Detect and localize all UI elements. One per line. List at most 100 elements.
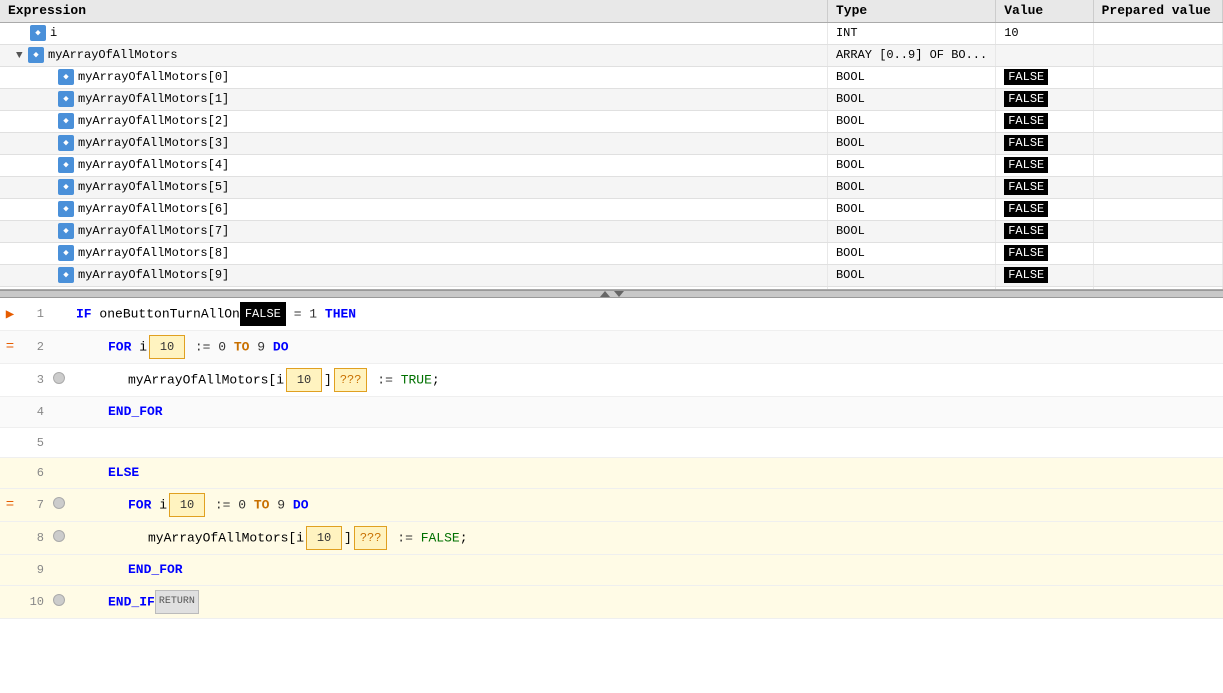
watch-row-name: myArrayOfAllMotors[7] bbox=[78, 224, 229, 238]
code-row-7: = 7 FOR i10 := 0 TO 9 DO bbox=[0, 489, 1223, 522]
code-line-7-content: FOR i10 := 0 TO 9 DO bbox=[68, 489, 1223, 521]
value-false-badge: FALSE bbox=[1004, 135, 1048, 151]
watch-row-expression: ◆myArrayOfAllMotors[9] bbox=[0, 264, 827, 286]
watch-row-type: BOOL bbox=[827, 132, 995, 154]
code-line-3-content: myArrayOfAllMotors[i10]??? := TRUE; bbox=[68, 364, 1223, 396]
code-row-1: ▶ 1 IF oneButtonTurnAllOnFALSE = 1 THEN bbox=[0, 298, 1223, 331]
value-badge-qqq-8: ??? bbox=[354, 526, 388, 550]
col-header-expression: Expression bbox=[0, 0, 827, 22]
watch-row-value: FALSE bbox=[996, 154, 1093, 176]
watch-row-type: BOOL bbox=[827, 154, 995, 176]
expand-icon[interactable]: ▼ bbox=[16, 50, 26, 62]
watch-row-prepared bbox=[1093, 22, 1222, 44]
var-icon: ◆ bbox=[28, 47, 44, 63]
watch-row-expression: ◆myArrayOfAllMotors[1] bbox=[0, 88, 827, 110]
code-line-2-content: FOR i10 := 0 TO 9 DO bbox=[68, 331, 1223, 363]
line-number-1: 1 bbox=[20, 307, 50, 321]
code-row-2: = 2 FOR i10 := 0 TO 9 DO bbox=[0, 331, 1223, 364]
code-row-4: 4 END_FOR bbox=[0, 397, 1223, 428]
breakpoint-circle-7 bbox=[53, 497, 65, 509]
code-line-6-content: ELSE bbox=[68, 458, 1223, 488]
code-row-3: 3 myArrayOfAllMotors[i10]??? := TRUE; bbox=[0, 364, 1223, 397]
watch-row-prepared bbox=[1093, 110, 1222, 132]
watch-row-expression: ◆ myArrayOfAllMotors[0] bbox=[0, 66, 827, 88]
watch-row-prepared bbox=[1093, 264, 1222, 286]
var-icon: ◆ bbox=[58, 69, 74, 85]
watch-row-type: BOOL bbox=[827, 66, 995, 88]
scroll-down-icon bbox=[614, 291, 624, 297]
watch-row-prepared bbox=[1093, 88, 1222, 110]
watch-row-type: BOOL bbox=[827, 110, 995, 132]
line-number-4: 4 bbox=[20, 405, 50, 419]
watch-row-type: BOOL bbox=[827, 242, 995, 264]
code-row-6: 6 ELSE bbox=[0, 458, 1223, 489]
watch-row-value: FALSE bbox=[996, 242, 1093, 264]
watch-row-value bbox=[996, 44, 1093, 66]
watch-row-name: myArrayOfAllMotors[5] bbox=[78, 180, 229, 194]
watch-row-name: myArrayOfAllMotors bbox=[48, 48, 178, 62]
value-false-badge: FALSE bbox=[1004, 157, 1048, 173]
code-panel: ▶ 1 IF oneButtonTurnAllOnFALSE = 1 THEN … bbox=[0, 298, 1223, 693]
line-number-7: 7 bbox=[20, 498, 50, 512]
bp-dot-7[interactable] bbox=[50, 497, 68, 513]
line-number-6: 6 bbox=[20, 466, 50, 480]
execution-arrow-1: ▶ bbox=[0, 306, 20, 323]
var-icon: ◆ bbox=[58, 135, 74, 151]
watch-row-expression: ◆ myArrayOfAllMotors[3] bbox=[0, 132, 827, 154]
watch-row-value: FALSE bbox=[996, 110, 1093, 132]
var-icon: ◆ bbox=[58, 201, 74, 217]
value-badge-i-7: 10 bbox=[169, 493, 205, 517]
col-header-value: Value bbox=[996, 0, 1093, 22]
code-line-5-content bbox=[68, 439, 1223, 447]
execution-arrow-7: = bbox=[0, 497, 20, 513]
watch-row-type: BOOL bbox=[827, 176, 995, 198]
line-number-8: 8 bbox=[20, 531, 50, 545]
watch-panel: Expression Type Value Prepared value ◆iI… bbox=[0, 0, 1223, 290]
value-false-badge: FALSE bbox=[1004, 267, 1048, 283]
code-row-10: 10 END_IFRETURN bbox=[0, 586, 1223, 619]
watch-row-name: myArrayOfAllMotors[8] bbox=[78, 246, 229, 260]
var-icon: ◆ bbox=[58, 179, 74, 195]
code-line-9-content: END_FOR bbox=[68, 555, 1223, 585]
return-badge: RETURN bbox=[155, 590, 199, 614]
var-icon: ◆ bbox=[58, 91, 74, 107]
var-icon: ◆ bbox=[30, 25, 46, 41]
watch-row-expression: ◆ myArrayOfAllMotors[7] bbox=[0, 220, 827, 242]
value-badge-qqq-3: ??? bbox=[334, 368, 368, 392]
bp-dot-10[interactable] bbox=[50, 594, 68, 610]
bp-dot-8[interactable] bbox=[50, 530, 68, 546]
watch-row-name: myArrayOfAllMotors[0] bbox=[78, 70, 229, 84]
bp-dot-3[interactable] bbox=[50, 372, 68, 388]
watch-row-prepared bbox=[1093, 176, 1222, 198]
value-false-badge: FALSE bbox=[1004, 245, 1048, 261]
watch-row-type: BOOL bbox=[827, 198, 995, 220]
line-number-5: 5 bbox=[20, 436, 50, 450]
value-badge-false-1: FALSE bbox=[240, 302, 286, 326]
watch-row-value: FALSE bbox=[996, 132, 1093, 154]
watch-row-value: FALSE bbox=[996, 220, 1093, 242]
panel-divider[interactable] bbox=[0, 290, 1223, 298]
watch-row-value: FALSE bbox=[996, 198, 1093, 220]
watch-row-prepared bbox=[1093, 198, 1222, 220]
watch-row-expression: ▼◆ myArrayOfAllMotors bbox=[0, 44, 827, 66]
var-icon: ◆ bbox=[58, 223, 74, 239]
watch-row-name: myArrayOfAllMotors[3] bbox=[78, 136, 229, 150]
code-line-4-content: END_FOR bbox=[68, 397, 1223, 427]
watch-row-name: myArrayOfAllMotors[4] bbox=[78, 158, 229, 172]
value-false-badge: FALSE bbox=[1004, 179, 1048, 195]
code-row-5: 5 bbox=[0, 428, 1223, 458]
watch-row-expression: ◆i bbox=[0, 22, 827, 44]
watch-row-prepared bbox=[1093, 220, 1222, 242]
watch-row-value: FALSE bbox=[996, 264, 1093, 286]
code-line-10-content: END_IFRETURN bbox=[68, 586, 1223, 618]
watch-row-expression: ◆myArrayOfAllMotors[8] bbox=[0, 242, 827, 264]
value-false-badge: FALSE bbox=[1004, 201, 1048, 217]
watch-row-name: i bbox=[50, 26, 57, 40]
code-line-1-content: IF oneButtonTurnAllOnFALSE = 1 THEN bbox=[68, 298, 1223, 330]
line-number-9: 9 bbox=[20, 563, 50, 577]
code-line-8-content: myArrayOfAllMotors[i10]??? := FALSE; bbox=[68, 522, 1223, 554]
breakpoint-circle-8 bbox=[53, 530, 65, 542]
watch-row-prepared bbox=[1093, 154, 1222, 176]
watch-row-expression: ◆ myArrayOfAllMotors[5] bbox=[0, 176, 827, 198]
col-header-prepared: Prepared value bbox=[1093, 0, 1222, 22]
